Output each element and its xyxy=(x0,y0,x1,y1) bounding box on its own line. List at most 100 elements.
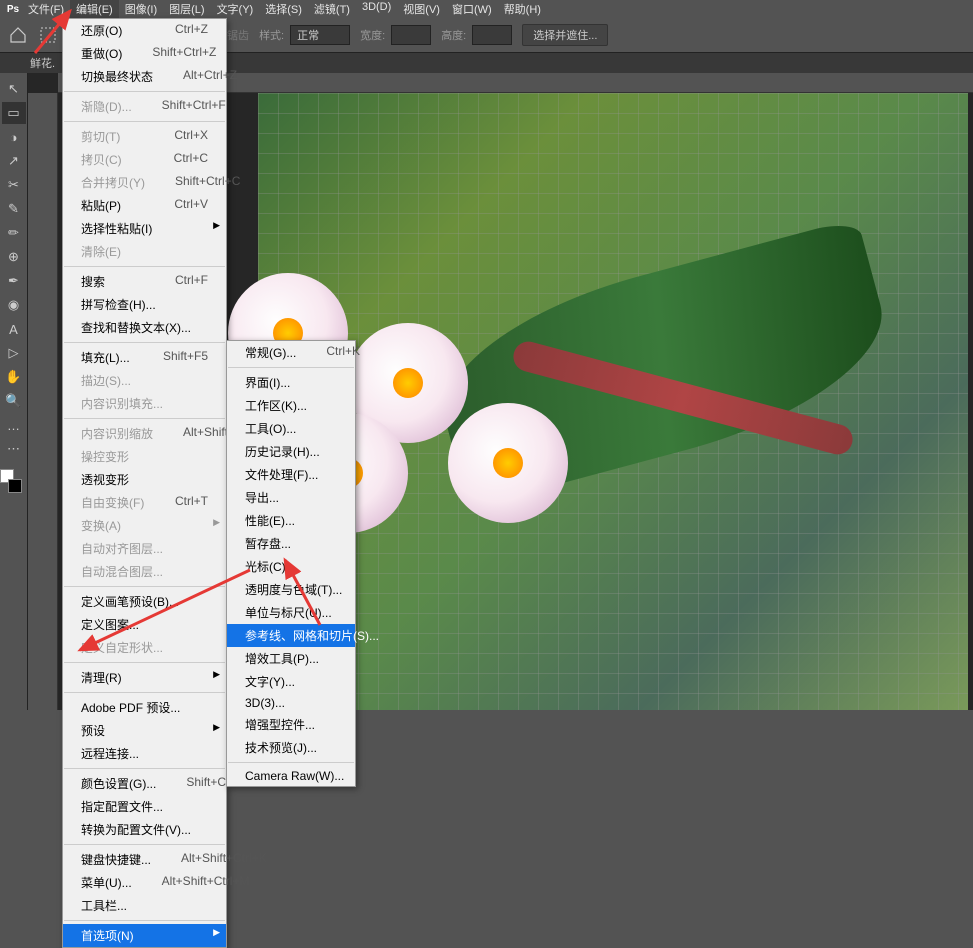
home-icon[interactable] xyxy=(8,25,28,45)
menu-item[interactable]: 工具(O)... xyxy=(227,417,355,440)
tool-10[interactable]: A xyxy=(2,318,26,340)
menu-滤镜[interactable]: 滤镜(T) xyxy=(308,0,356,19)
menu-item[interactable]: 透视变形 xyxy=(63,468,226,491)
menu-item[interactable]: 首选项(N) xyxy=(63,924,226,947)
menu-item[interactable]: 增效工具(P)... xyxy=(227,647,355,670)
menu-3D[interactable]: 3D(D) xyxy=(356,0,397,19)
ruler-vertical[interactable] xyxy=(28,93,58,710)
separator xyxy=(64,121,225,122)
menu-item[interactable]: 技术预览(J)... xyxy=(227,736,355,759)
menu-item-label: 透明度与色域(T)... xyxy=(245,581,342,598)
separator xyxy=(228,367,354,368)
tool-7[interactable]: ⊕ xyxy=(2,246,26,268)
menu-视图[interactable]: 视图(V) xyxy=(397,0,446,19)
menu-item-label: Camera Raw(W)... xyxy=(245,769,344,783)
menu-item[interactable]: 切换最终状态Alt+Ctrl+Z xyxy=(63,65,226,88)
menu-item: 剪切(T)Ctrl+X xyxy=(63,125,226,148)
separator xyxy=(64,920,225,921)
menu-item[interactable]: 重做(O)Shift+Ctrl+Z xyxy=(63,42,226,65)
menu-item[interactable]: 历史记录(H)... xyxy=(227,440,355,463)
menu-item-shortcut: Shift+Ctrl+Z xyxy=(152,45,216,62)
menu-item[interactable]: 键盘快捷键...Alt+Shift+Ctrl+K xyxy=(63,848,226,871)
height-input[interactable] xyxy=(472,25,512,45)
menu-item: 渐隐(D)... Shift+Ctrl+F xyxy=(63,95,226,118)
menu-item-label: 技术预览(J)... xyxy=(245,739,317,756)
tool-0[interactable]: ↖ xyxy=(2,78,26,100)
menu-item: 描边(S)... xyxy=(63,369,226,392)
menu-窗口[interactable]: 窗口(W) xyxy=(446,0,498,19)
menu-item[interactable]: 光标(C)... xyxy=(227,555,355,578)
menu-item[interactable]: 拼写检查(H)... xyxy=(63,293,226,316)
menu-item[interactable]: 颜色设置(G)...Shift+Ctrl+K xyxy=(63,772,226,795)
menu-item[interactable]: 远程连接... xyxy=(63,742,226,765)
menubar: Ps 文件(F)编辑(E)图像(I)图层(L)文字(Y)选择(S)滤镜(T)3D… xyxy=(0,0,973,18)
tool-15[interactable]: ⋯ xyxy=(2,438,26,460)
menu-选择[interactable]: 选择(S) xyxy=(259,0,308,19)
tool-13[interactable]: 🔍 xyxy=(2,390,26,412)
menu-item[interactable]: Adobe PDF 预设... xyxy=(63,696,226,719)
tool-6[interactable]: ✏ xyxy=(2,222,26,244)
menu-item[interactable]: 指定配置文件... xyxy=(63,795,226,818)
menu-item-label: 透视变形 xyxy=(81,471,129,488)
menu-item[interactable]: 菜单(U)...Alt+Shift+Ctrl+M xyxy=(63,871,226,894)
menu-item[interactable]: 填充(L)...Shift+F5 xyxy=(63,346,226,369)
menu-item[interactable]: 导出... xyxy=(227,486,355,509)
tool-1[interactable]: ▭ xyxy=(2,102,26,124)
menu-item[interactable]: 透明度与色域(T)... xyxy=(227,578,355,601)
menu-item[interactable]: 清理(R) xyxy=(63,666,226,689)
color-swatches[interactable] xyxy=(0,469,24,493)
menu-item: 操控变形 xyxy=(63,445,226,468)
menu-item[interactable]: 界面(I)... xyxy=(227,371,355,394)
menu-item[interactable]: Camera Raw(W)... xyxy=(227,766,355,786)
menu-item[interactable]: 参考线、网格和切片(S)... xyxy=(227,624,355,647)
tool-9[interactable]: ◉ xyxy=(2,294,26,316)
document-tab[interactable]: 鲜花. xyxy=(30,55,55,71)
menu-item[interactable]: 搜索Ctrl+F xyxy=(63,270,226,293)
tool-12[interactable]: ✋ xyxy=(2,366,26,388)
menu-item[interactable]: 查找和替换文本(X)... xyxy=(63,316,226,339)
menu-item[interactable]: 3D(3)... xyxy=(227,693,355,713)
menu-item[interactable]: 工作区(K)... xyxy=(227,394,355,417)
menu-图像[interactable]: 图像(I) xyxy=(119,0,163,19)
menu-item[interactable]: 还原(O)Ctrl+Z xyxy=(63,19,226,42)
style-select[interactable]: 正常 xyxy=(290,25,350,45)
menu-item-label: 内容识别缩放 xyxy=(81,425,153,442)
tool-8[interactable]: ✒ xyxy=(2,270,26,292)
menu-文件[interactable]: 文件(F) xyxy=(22,0,70,19)
tool-5[interactable]: ✎ xyxy=(2,198,26,220)
menu-item[interactable]: 常规(G)...Ctrl+K xyxy=(227,341,355,364)
menu-文字[interactable]: 文字(Y) xyxy=(211,0,260,19)
menu-item[interactable]: 转换为配置文件(V)... xyxy=(63,818,226,841)
menu-item-label: 渐隐(D)... xyxy=(81,98,132,115)
menu-item-label: 远程连接... xyxy=(81,745,139,762)
menu-item[interactable]: 增强型控件... xyxy=(227,713,355,736)
menu-item[interactable]: 文字(Y)... xyxy=(227,670,355,693)
tool-14[interactable]: … xyxy=(2,414,26,436)
left-toolbar: ↖▭◑↗✂✎✏⊕✒◉A▷✋🔍…⋯ xyxy=(0,73,28,710)
menu-item[interactable]: 选择性粘贴(I) xyxy=(63,217,226,240)
menu-item-label: 文件处理(F)... xyxy=(245,466,318,483)
width-input[interactable] xyxy=(391,25,431,45)
menu-图层[interactable]: 图层(L) xyxy=(163,0,210,19)
menu-item-label: 清除(E) xyxy=(81,243,121,260)
tool-4[interactable]: ✂ xyxy=(2,174,26,196)
menu-item[interactable]: 粘贴(P)Ctrl+V xyxy=(63,194,226,217)
menu-item[interactable]: 单位与标尺(U)... xyxy=(227,601,355,624)
select-and-mask-button[interactable]: 选择并遮住... xyxy=(522,24,608,46)
menu-item[interactable]: 文件处理(F)... xyxy=(227,463,355,486)
menu-item[interactable]: 预设 xyxy=(63,719,226,742)
menu-item[interactable]: 暂存盘... xyxy=(227,532,355,555)
tool-2[interactable]: ◑ xyxy=(2,126,26,148)
menu-编辑[interactable]: 编辑(E) xyxy=(70,0,119,19)
menu-item[interactable]: 定义画笔预设(B)... xyxy=(63,590,226,613)
menu-item[interactable]: 定义图案... xyxy=(63,613,226,636)
menu-item-label: 首选项(N) xyxy=(81,927,134,944)
menu-item[interactable]: 性能(E)... xyxy=(227,509,355,532)
tool-3[interactable]: ↗ xyxy=(2,150,26,172)
menu-帮助[interactable]: 帮助(H) xyxy=(498,0,547,19)
height-label: 高度: xyxy=(441,27,466,43)
tool-11[interactable]: ▷ xyxy=(2,342,26,364)
menu-item[interactable]: 工具栏... xyxy=(63,894,226,917)
menu-item-shortcut: Shift+Ctrl+F xyxy=(162,98,226,115)
separator xyxy=(64,266,225,267)
